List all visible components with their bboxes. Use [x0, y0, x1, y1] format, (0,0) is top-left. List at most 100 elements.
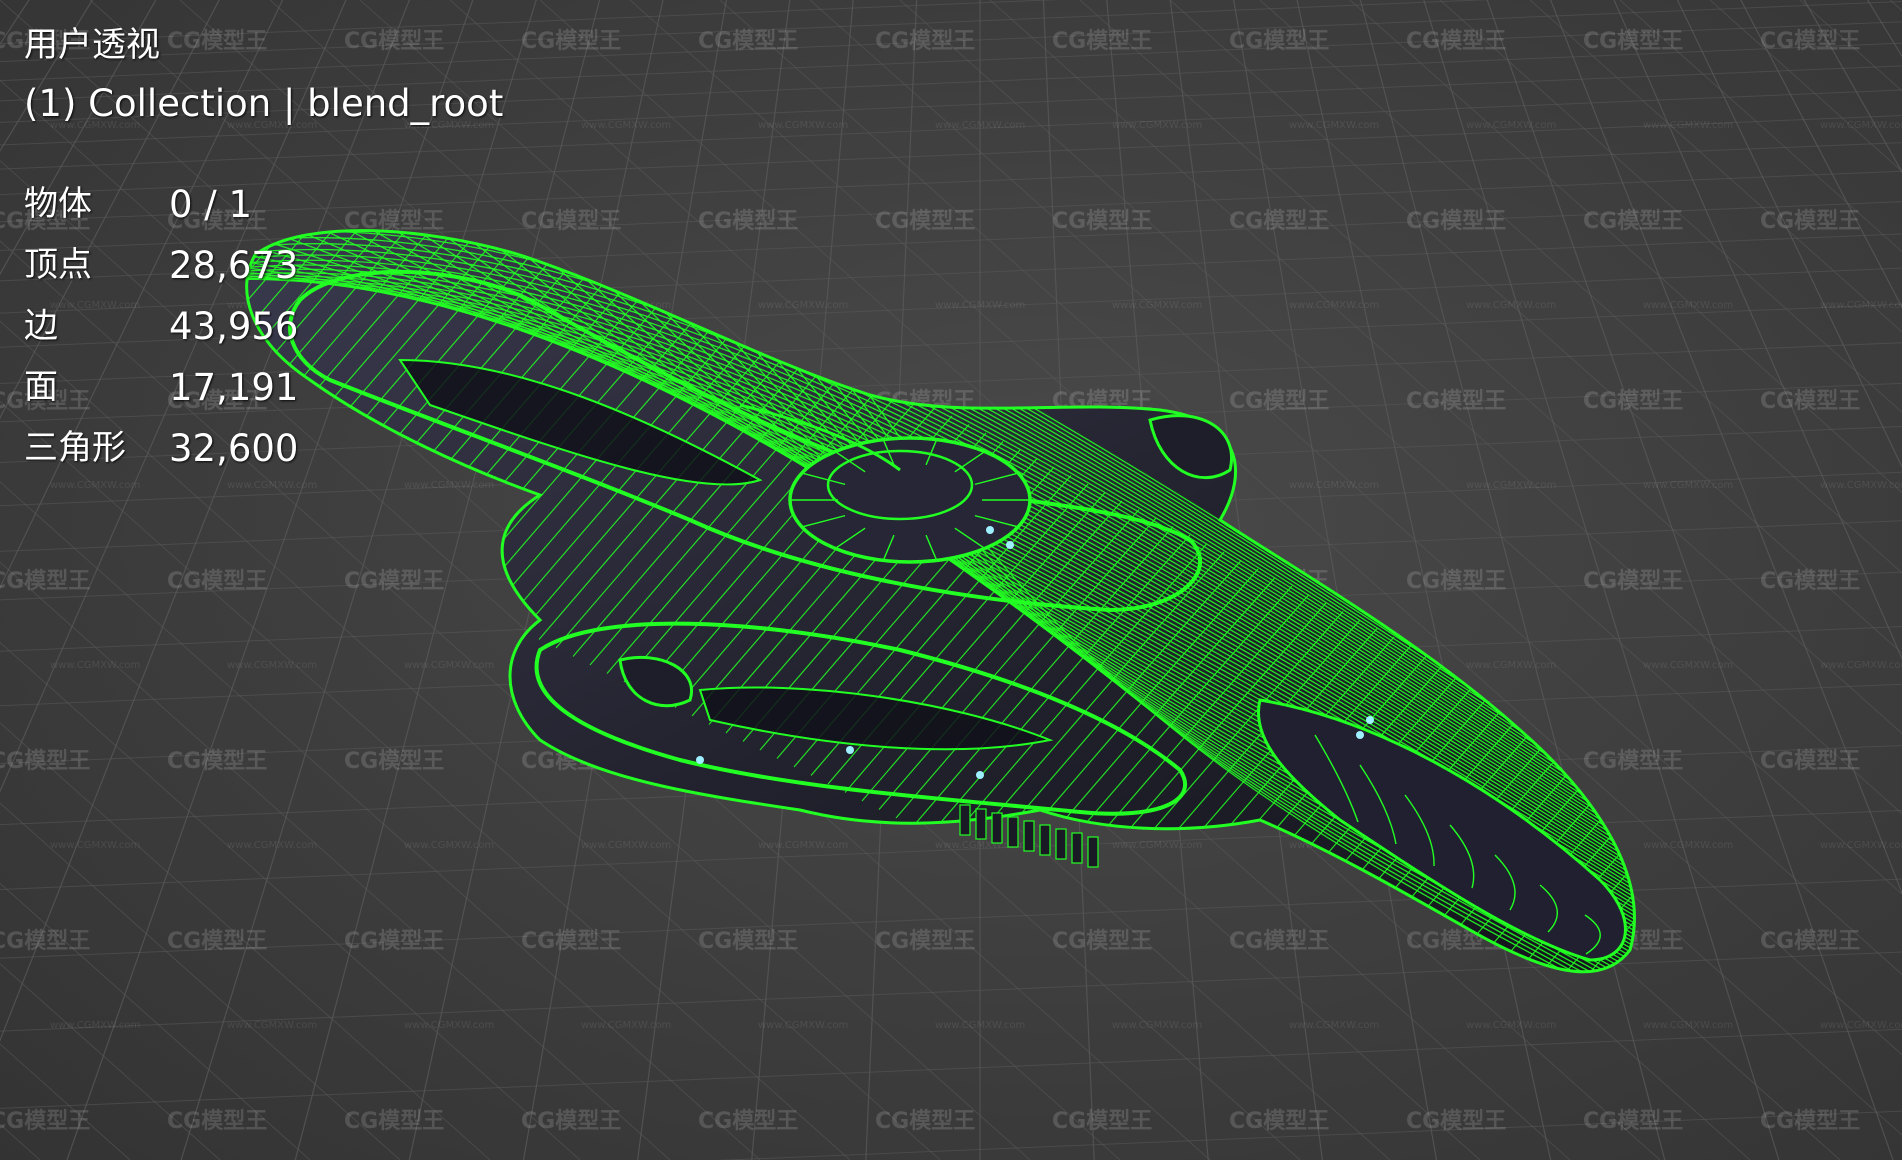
watermark-subtext: www.CGMXW.com	[1466, 120, 1556, 131]
stat-value: 43,956	[169, 305, 299, 348]
stat-label: 顶点	[24, 245, 92, 285]
watermark-text: CG模型王	[1052, 1109, 1152, 1134]
watermark-text: CG模型王	[1760, 569, 1860, 594]
watermark-text: CG模型王	[167, 1109, 267, 1134]
watermark-text: CG模型王	[521, 1109, 621, 1134]
watermark-subtext: www.CGMXW.com	[758, 120, 848, 131]
3d-viewport[interactable]: CG模型王 www.CGMXW.com CG模型王 www.CGMXW.com CG模型…	[0, 0, 1902, 1160]
watermark-subtext: www.CGMXW.com	[404, 840, 494, 851]
watermark-subtext: www.CGMXW.com	[935, 120, 1025, 131]
watermark-subtext: www.CGMXW.com	[1466, 660, 1556, 671]
watermark-text: CG模型王	[0, 749, 90, 774]
watermark-text: CG模型王	[344, 569, 444, 594]
watermark-text: CG模型王	[1229, 29, 1329, 54]
stat-value: 0 / 1	[169, 183, 253, 226]
watermark-text: CG模型王	[1229, 209, 1329, 234]
watermark-subtext: www.CGMXW.com	[1643, 120, 1733, 131]
watermark-text: CG模型王	[167, 749, 267, 774]
viewport-text-overlay: 用户透视 (1) Collection | blend_root 物体 0 / …	[24, 22, 503, 479]
running-light	[1006, 541, 1014, 549]
watermark-subtext: www.CGMXW.com	[935, 300, 1025, 311]
watermark-text: CG模型王	[1760, 749, 1860, 774]
watermark-subtext: www.CGMXW.com	[1466, 1020, 1556, 1031]
watermark-text: CG模型王	[1760, 929, 1860, 954]
watermark-text: CG模型王	[0, 1109, 90, 1134]
watermark-subtext: www.CGMXW.com	[1643, 1020, 1733, 1031]
watermark-subtext: www.CGMXW.com	[1112, 1020, 1202, 1031]
watermark-subtext: www.CGMXW.com	[50, 480, 140, 491]
watermark-subtext: www.CGMXW.com	[1289, 480, 1379, 491]
watermark-text: CG模型王	[1583, 209, 1683, 234]
watermark-text: CG模型王	[1583, 569, 1683, 594]
watermark-subtext: www.CGMXW.com	[1820, 300, 1902, 311]
watermark-subtext: www.CGMXW.com	[1820, 840, 1902, 851]
watermark-text: CG模型王	[1583, 389, 1683, 414]
watermark-subtext: www.CGMXW.com	[1643, 840, 1733, 851]
watermark-subtext: www.CGMXW.com	[1643, 660, 1733, 671]
watermark-text: CG模型王	[698, 29, 798, 54]
active-collection-label: (1) Collection | blend_root	[24, 82, 504, 125]
watermark-subtext: www.CGMXW.com	[404, 660, 494, 671]
watermark-subtext: www.CGMXW.com	[1112, 840, 1202, 851]
watermark-text: CG模型王	[875, 209, 975, 234]
watermark-text: CG模型王	[521, 209, 621, 234]
watermark-text: CG模型王	[344, 929, 444, 954]
watermark-text: CG模型王	[0, 929, 90, 954]
scene-statistics: 物体 0 / 1 顶点 28,673 边 43,956 面 17,191 三角形…	[24, 174, 298, 479]
watermark-text: CG模型王	[698, 209, 798, 234]
stat-value: 17,191	[169, 366, 299, 409]
running-light	[696, 756, 704, 764]
watermark-text: CG模型王	[521, 29, 621, 54]
watermark-subtext: www.CGMXW.com	[1820, 480, 1902, 491]
watermark-subtext: www.CGMXW.com	[227, 840, 317, 851]
stat-row-edges: 边 43,956	[24, 296, 298, 357]
watermark-text: CG模型王	[1583, 1109, 1683, 1134]
watermark-text: CG模型王	[1229, 389, 1329, 414]
watermark-subtext: www.CGMXW.com	[1289, 300, 1379, 311]
watermark-text: CG模型王	[875, 929, 975, 954]
watermark-subtext: www.CGMXW.com	[50, 840, 140, 851]
watermark-subtext: www.CGMXW.com	[581, 1020, 671, 1031]
watermark-subtext: www.CGMXW.com	[1820, 1020, 1902, 1031]
view-name-label: 用户透视	[24, 25, 160, 65]
watermark-text: CG模型王	[344, 749, 444, 774]
watermark-text: CG模型王	[1760, 29, 1860, 54]
watermark-text: CG模型王	[1583, 749, 1683, 774]
watermark-text: CG模型王	[1406, 209, 1506, 234]
watermark-subtext: www.CGMXW.com	[404, 1020, 494, 1031]
running-light	[986, 526, 994, 534]
watermark-text: CG模型王	[521, 929, 621, 954]
watermark-subtext: www.CGMXW.com	[1289, 1020, 1379, 1031]
watermark-subtext: www.CGMXW.com	[581, 840, 671, 851]
watermark-text: CG模型王	[1229, 1109, 1329, 1134]
running-light	[1356, 731, 1364, 739]
running-light	[1366, 716, 1374, 724]
watermark-text: CG模型王	[1052, 929, 1152, 954]
watermark-subtext: www.CGMXW.com	[758, 840, 848, 851]
watermark-text: CG模型王	[1229, 929, 1329, 954]
watermark-text: CG模型王	[1052, 209, 1152, 234]
stat-row-vertices: 顶点 28,673	[24, 235, 298, 296]
watermark-text: CG模型王	[1406, 1109, 1506, 1134]
watermark-text: CG模型王	[698, 929, 798, 954]
watermark-subtext: www.CGMXW.com	[1466, 480, 1556, 491]
watermark-text: CG模型王	[167, 929, 267, 954]
watermark-text: CG模型王	[1406, 389, 1506, 414]
watermark-text: CG模型王	[0, 569, 90, 594]
stat-value: 28,673	[169, 244, 299, 287]
watermark-subtext: www.CGMXW.com	[1112, 120, 1202, 131]
watermark-subtext: www.CGMXW.com	[1820, 120, 1902, 131]
watermark-subtext: www.CGMXW.com	[227, 660, 317, 671]
watermark-subtext: www.CGMXW.com	[758, 1020, 848, 1031]
watermark-subtext: www.CGMXW.com	[1112, 300, 1202, 311]
running-light	[976, 771, 984, 779]
watermark-text: CG模型王	[1760, 389, 1860, 414]
watermark-text: CG模型王	[167, 569, 267, 594]
stat-label: 面	[24, 367, 58, 407]
watermark-text: CG模型王	[344, 1109, 444, 1134]
watermark-subtext: www.CGMXW.com	[1289, 120, 1379, 131]
stat-label: 物体	[24, 184, 92, 224]
watermark-subtext: www.CGMXW.com	[1643, 300, 1733, 311]
watermark-subtext: www.CGMXW.com	[758, 300, 848, 311]
stat-row-faces: 面 17,191	[24, 357, 298, 418]
